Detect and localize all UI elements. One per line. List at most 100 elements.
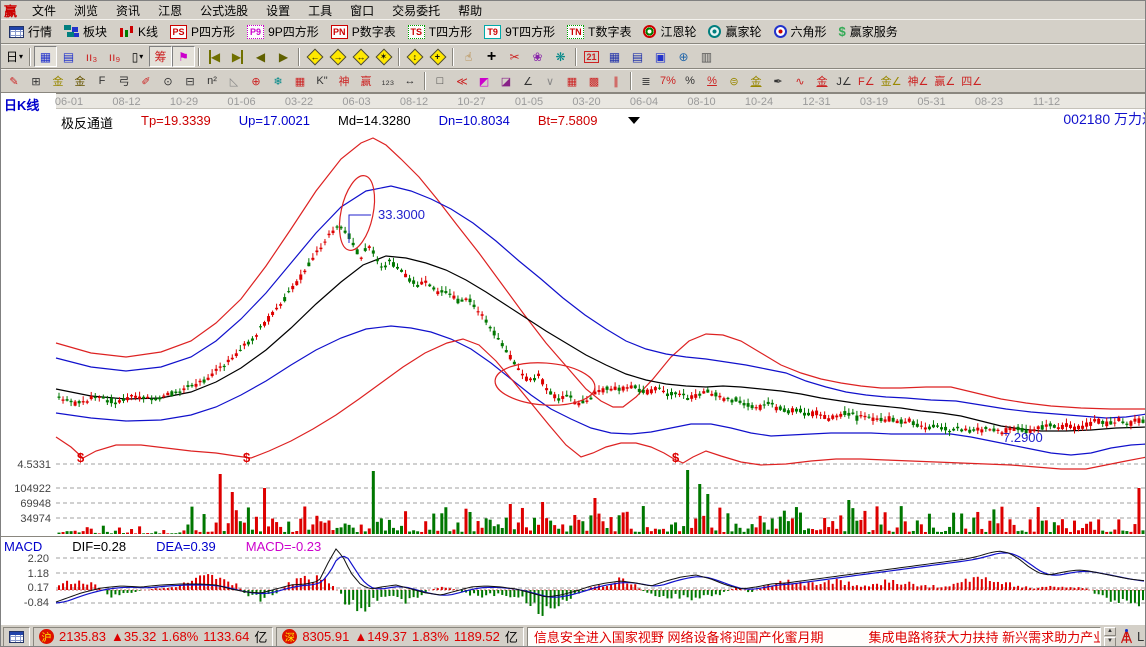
red-grid-button[interactable]: ▦ (561, 71, 583, 91)
ink-pen-button[interactable]: ✒ (767, 71, 789, 91)
chip-distribution-button[interactable]: 筹 (149, 46, 172, 67)
toolbar-winner-wheel-button[interactable]: 赢家轮 (702, 21, 767, 43)
gold-ruler-2-button[interactable]: 金 (69, 71, 91, 91)
rect-select-button[interactable]: □ (429, 71, 451, 91)
grid-target-button[interactable]: ▦ (289, 71, 311, 91)
gann-grid-ruler-button[interactable]: ⊞ (25, 71, 47, 91)
next-page-button[interactable]: ▶ (272, 46, 295, 67)
crosshair-tool-button[interactable]: + (480, 46, 503, 67)
bow-ruler-button[interactable]: 弓 (113, 71, 135, 91)
angle-lines-button[interactable]: ∠ (517, 71, 539, 91)
percent-7-button[interactable]: 7% (657, 71, 679, 91)
info-panel-button[interactable]: ▤ (57, 46, 80, 67)
price-ladder-button[interactable]: ≣ (635, 71, 657, 91)
red-pen-button[interactable]: ✐ (135, 71, 157, 91)
menu-窗口[interactable]: 窗口 (341, 1, 383, 20)
toolbar-p-number-table-button[interactable]: PNP数字表 (325, 21, 402, 43)
spinner-down-button[interactable]: ▼ (1104, 637, 1116, 647)
width-measure-button[interactable]: ↔ (399, 71, 421, 91)
menu-工具[interactable]: 工具 (299, 1, 341, 20)
gold-ruler-1-button[interactable]: 金 (47, 71, 69, 91)
menu-帮助[interactable]: 帮助 (449, 1, 491, 20)
ying-ruler-button[interactable]: 赢 (355, 71, 377, 91)
toolbar-t-square-button[interactable]: TST四方形 (402, 21, 478, 43)
remote-pc-button[interactable]: ▥ (695, 46, 718, 67)
toolbar-p-square-button[interactable]: PSP四方形 (164, 21, 241, 43)
diamond-left-button[interactable]: ← (303, 46, 326, 67)
fan-box-button[interactable]: ◩ (473, 71, 495, 91)
toolbar-kline-button[interactable]: K线 (113, 21, 164, 43)
shenzhen-index-panel[interactable]: 深 8305.91 ▲149.37 1.83% 1189.52 亿 (276, 627, 524, 647)
news-ticker[interactable]: 信息安全进入国家视野 网络设备将迎国产化蜜月期 集成电路将获大力扶持 新兴需求助… (527, 627, 1101, 647)
market-view-button[interactable] (3, 627, 30, 647)
percent-line-button[interactable]: % (701, 71, 723, 91)
wave-line-button[interactable]: ∿ (789, 71, 811, 91)
overview-map-button[interactable]: ▦ (34, 46, 57, 67)
candle-style-button[interactable]: ▯▾ (126, 46, 149, 67)
protractor-button[interactable]: ◺ (223, 71, 245, 91)
diamond-right-button[interactable]: → (326, 46, 349, 67)
shanghai-index-panel[interactable]: 沪 2135.83 ▲35.32 1.68% 1133.64 亿 (33, 627, 273, 647)
shen-angle-button[interactable]: 神∠ (904, 71, 931, 91)
ruler-123-button[interactable]: ₁₂₃ (377, 71, 399, 91)
menu-文件[interactable]: 文件 (23, 1, 65, 20)
compass-button[interactable]: ⊙ (157, 71, 179, 91)
gold-underline-button[interactable]: 金 (811, 71, 833, 91)
si-angle-button[interactable]: 四∠ (958, 71, 985, 91)
parallel-lines-button[interactable]: ∥ (605, 71, 627, 91)
menu-资讯[interactable]: 资讯 (107, 1, 149, 20)
menu-设置[interactable]: 设置 (257, 1, 299, 20)
fan-lines-button[interactable]: ≪ (451, 71, 473, 91)
spinner-up-button[interactable]: ▲ (1104, 627, 1116, 637)
menu-交易委托[interactable]: 交易委托 (383, 1, 449, 20)
gold-circle-button[interactable]: ⊜ (723, 71, 745, 91)
n2-ruler-button[interactable]: n² (201, 71, 223, 91)
gold-angle-button[interactable]: 金∠ (878, 71, 905, 91)
circle-cross-button[interactable]: ⊕ (245, 71, 267, 91)
fibo-ruler-button[interactable]: F (91, 71, 113, 91)
toolbar-sectors-button[interactable]: 板块 (58, 21, 113, 43)
toolbar-hexagon-button[interactable]: 六角形 (768, 21, 833, 43)
diamond-star-button[interactable]: ✶ (372, 46, 395, 67)
diamond-vertical-button[interactable]: ↕ (403, 46, 426, 67)
long-ruler-button[interactable]: ⊟ (179, 71, 201, 91)
calculator-button[interactable]: ▦ (603, 46, 626, 67)
save-disk-button[interactable]: ▣ (649, 46, 672, 67)
grid-diagonal-button[interactable]: ▩ (583, 71, 605, 91)
snowflake-button[interactable]: ❄ (267, 71, 289, 91)
menu-公式选股[interactable]: 公式选股 (191, 1, 257, 20)
news-item[interactable]: 集成电路将获大力扶持 新兴需求助力产业提升 (869, 627, 1101, 646)
menu-浏览[interactable]: 浏览 (65, 1, 107, 20)
fan-box-2-button[interactable]: ◪ (495, 71, 517, 91)
toolbar-9p-square-button[interactable]: P99P四方形 (241, 21, 325, 43)
flag-mark-button[interactable]: ⚑ (172, 46, 195, 67)
news-item[interactable]: 信息安全进入国家视野 网络设备将迎国产化蜜月期 (534, 627, 824, 646)
network-button[interactable]: ⊕ (672, 46, 695, 67)
toolbar-gann-wheel-button[interactable]: 江恩轮 (637, 21, 702, 43)
diamond-plus-button[interactable]: + (426, 46, 449, 67)
gold-line-button[interactable]: 金 (745, 71, 767, 91)
bars-9-button[interactable]: ıı₉ (103, 46, 126, 67)
toolbar-winner-service-button[interactable]: $赢家服务 (833, 21, 904, 43)
last-page-button[interactable]: ▶ (226, 46, 249, 67)
stamp-tool-button[interactable]: ❀ (526, 46, 549, 67)
hand-tool-button[interactable]: ☝ (457, 46, 480, 67)
j-angle-button[interactable]: J∠ (833, 71, 855, 91)
calendar-button[interactable]: 21 (580, 46, 603, 67)
bars-3-button[interactable]: ıı₃ (80, 46, 103, 67)
period-day-button[interactable]: 日▾ (3, 46, 26, 67)
net-tool-button[interactable]: ❋ (549, 46, 572, 67)
shen-ruler-button[interactable]: 神 (333, 71, 355, 91)
k-mark-button[interactable]: K" (311, 71, 333, 91)
menu-江恩[interactable]: 江恩 (149, 1, 191, 20)
prev-page-button[interactable]: ◀ (249, 46, 272, 67)
notes-button[interactable]: ▤ (626, 46, 649, 67)
f-angle-button[interactable]: F∠ (855, 71, 878, 91)
first-page-button[interactable]: ◀ (203, 46, 226, 67)
toolbar-t-number-table-button[interactable]: TNT数字表 (561, 21, 637, 43)
zigzag-button[interactable]: ∨ (539, 71, 561, 91)
diamond-horizontal-button[interactable]: ↔ (349, 46, 372, 67)
toolbar-quotes-button[interactable]: 行情 (3, 21, 58, 43)
measure-tool-button[interactable]: ✂ (503, 46, 526, 67)
ying-angle-button[interactable]: 赢∠ (931, 71, 958, 91)
